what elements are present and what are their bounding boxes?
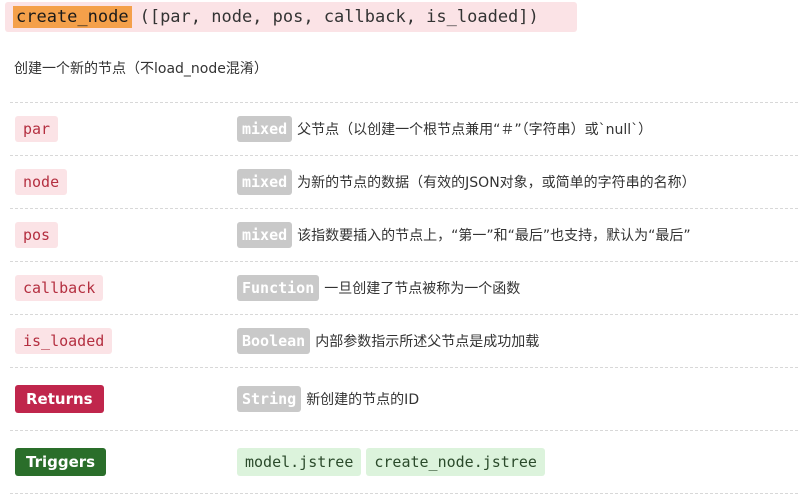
- returns-badge: Returns: [15, 385, 104, 413]
- event-tag[interactable]: create_node.jstree: [366, 448, 545, 476]
- param-row-is-loaded: is_loaded Boolean 内部参数指示所述父节点是成功加载: [10, 314, 798, 367]
- param-type: mixed: [237, 116, 293, 142]
- param-name: node: [15, 169, 68, 195]
- param-row-pos: pos mixed 该指数要插入的节点上，“第一”和“最后”也支持，默认为“最后…: [10, 208, 798, 261]
- method-args: ([par, node, pos, callback, is_loaded]): [139, 7, 539, 27]
- triggers-badge: Triggers: [15, 448, 107, 476]
- param-type: mixed: [237, 222, 293, 248]
- param-type: Boolean: [237, 328, 311, 354]
- param-name: callback: [15, 275, 104, 301]
- param-description: 父节点（以创建一个根节点兼用“＃”（字符串）或`null`）: [297, 122, 653, 138]
- returns-row: Returns String 新创建的节点的ID: [10, 367, 798, 430]
- triggers-events: model.jstree create_node.jstree: [237, 448, 550, 476]
- param-row-par: par mixed 父节点（以创建一个根节点兼用“＃”（字符串）或`null`）: [10, 102, 798, 155]
- returns-type: String: [237, 386, 302, 412]
- param-description: 内部参数指示所述父节点是成功加载: [315, 334, 540, 350]
- param-row-callback: callback Function 一旦创建了节点被称为一个函数: [10, 261, 798, 314]
- param-row-node: node mixed 为新的节点的数据（有效的JSON对象，或简单的字符串的名称…: [10, 155, 798, 208]
- param-details: Function 一旦创建了节点被称为一个函数: [237, 275, 520, 301]
- param-name: is_loaded: [15, 328, 113, 354]
- method-name: create_node: [13, 6, 132, 28]
- event-tag[interactable]: model.jstree: [237, 448, 362, 476]
- param-description: 一旦创建了节点被称为一个函数: [324, 281, 521, 297]
- param-details: mixed 该指数要插入的节点上，“第一”和“最后”也支持，默认为“最后”: [237, 222, 691, 248]
- method-signature: create_node ([par, node, pos, callback, …: [5, 2, 577, 32]
- param-description: 为新的节点的数据（有效的JSON对象，或简单的字符串的名称）: [297, 175, 696, 191]
- params-table: par mixed 父节点（以创建一个根节点兼用“＃”（字符串）或`null`）…: [10, 102, 798, 494]
- param-name: par: [15, 116, 59, 142]
- returns-description: 新创建的节点的ID: [306, 392, 420, 408]
- returns-details: String 新创建的节点的ID: [237, 386, 419, 412]
- param-name: pos: [15, 222, 59, 248]
- param-details: mixed 父节点（以创建一个根节点兼用“＃”（字符串）或`null`）: [237, 116, 652, 142]
- param-type: Function: [237, 275, 320, 301]
- method-description: 创建一个新的节点（不load_node混淆）: [14, 61, 268, 77]
- param-description: 该指数要插入的节点上，“第一”和“最后”也支持，默认为“最后”: [297, 228, 691, 244]
- param-type: mixed: [237, 169, 293, 195]
- param-details: mixed 为新的节点的数据（有效的JSON对象，或简单的字符串的名称）: [237, 169, 696, 195]
- param-details: Boolean 内部参数指示所述父节点是成功加载: [237, 328, 539, 354]
- triggers-row: Triggers model.jstree create_node.jstree: [10, 430, 798, 494]
